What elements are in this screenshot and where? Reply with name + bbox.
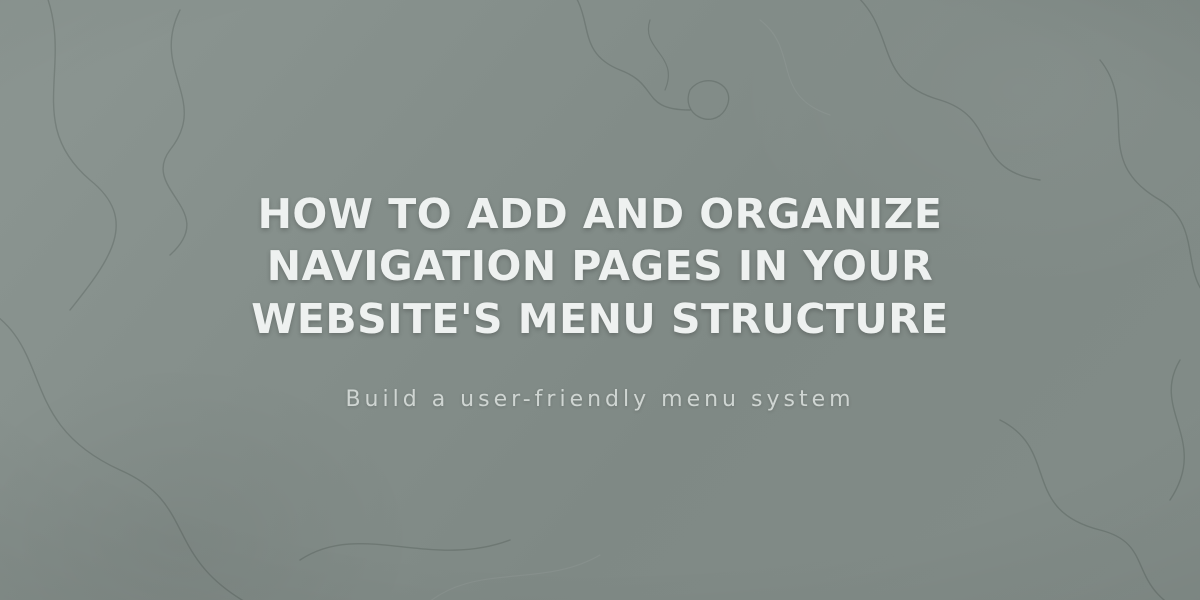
hero-subtitle: Build a user-friendly menu system <box>345 387 854 412</box>
hero-title: HOW TO ADD AND ORGANIZE NAVIGATION PAGES… <box>140 188 1060 345</box>
hero-content: HOW TO ADD AND ORGANIZE NAVIGATION PAGES… <box>0 0 1200 600</box>
